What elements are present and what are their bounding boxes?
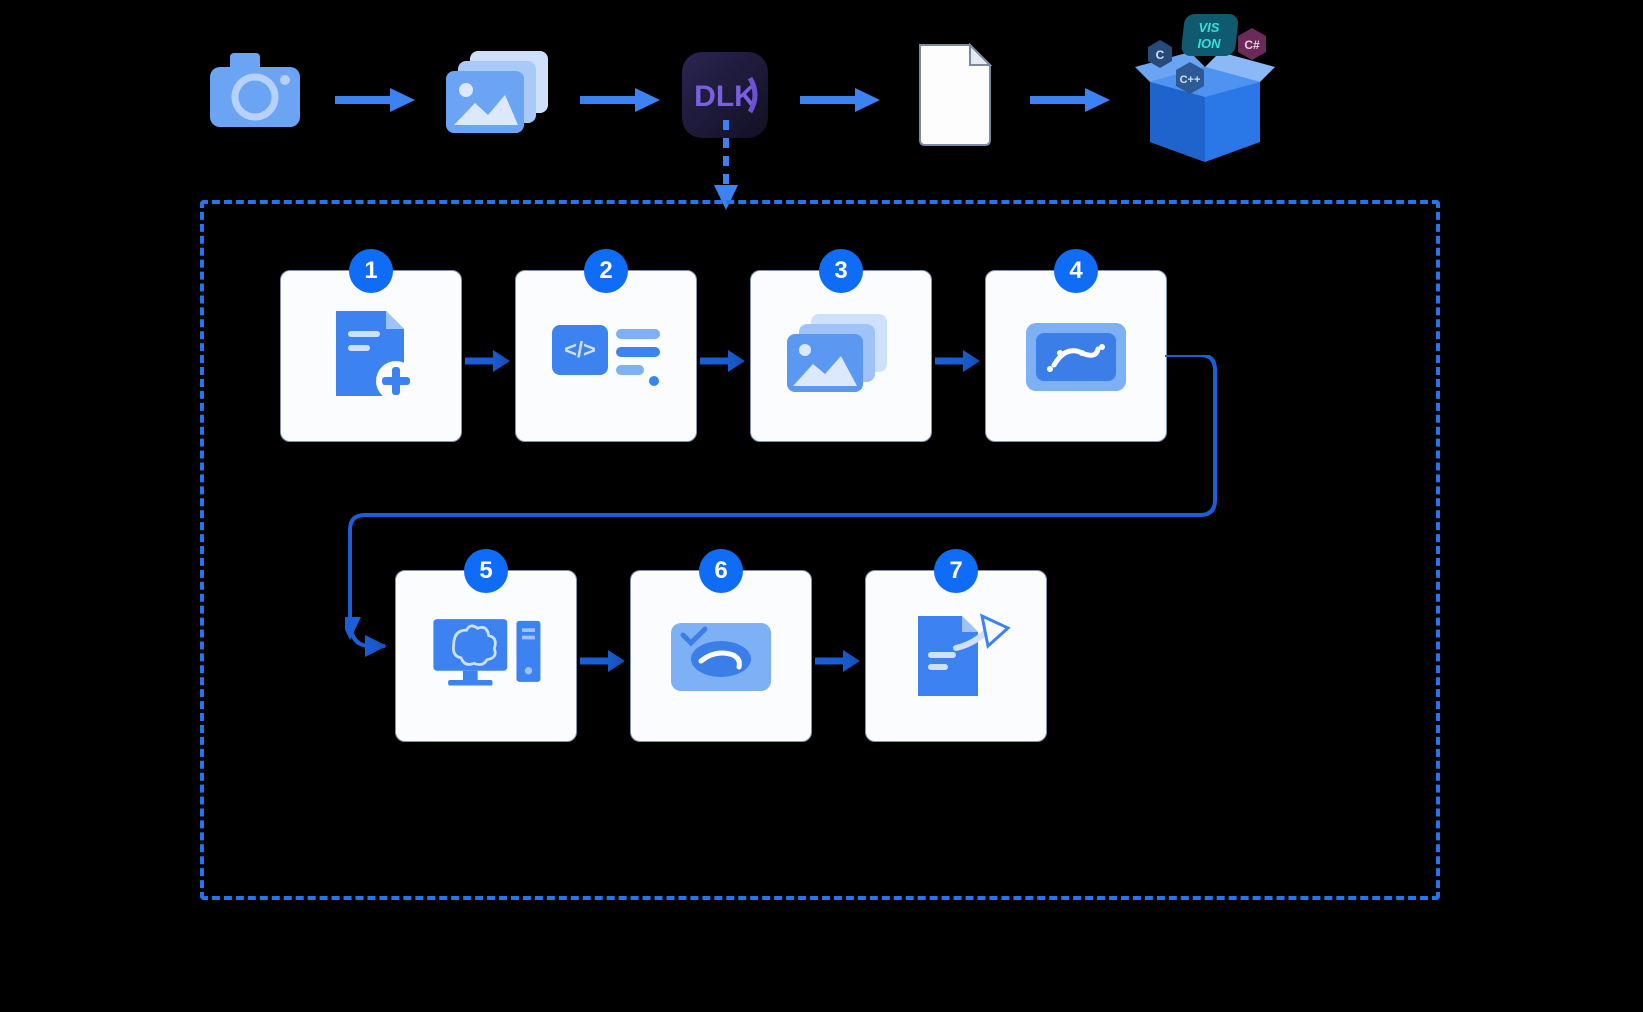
code-settings-icon: </>: [546, 306, 666, 406]
annotate-image-icon: [1016, 306, 1136, 406]
svg-text:ION: ION: [1197, 36, 1221, 51]
step-number: 6: [714, 557, 727, 585]
new-file-plus-icon: [311, 306, 431, 406]
step-card-6: 6: [630, 570, 812, 742]
step-number: 4: [1069, 257, 1082, 285]
arrow-icon: [935, 350, 980, 370]
step-card-7: 7: [865, 570, 1047, 742]
arrow-icon: [1030, 88, 1110, 108]
export-file-icon: [896, 606, 1016, 706]
tag-c: C: [1156, 48, 1165, 62]
arrow-icon: [465, 350, 510, 370]
svg-text:VIS: VIS: [1199, 20, 1220, 35]
step-badge: 4: [1054, 249, 1098, 293]
document-icon: [910, 40, 1000, 155]
step-card-2: 2 </>: [515, 270, 697, 442]
step-badge: 3: [819, 249, 863, 293]
diagram-root: DLK: [0, 0, 1643, 1012]
step-card-5: 5: [395, 570, 577, 742]
step-card-4: 4: [985, 270, 1167, 442]
step-number: 2: [599, 257, 612, 285]
step-number: 3: [834, 257, 847, 285]
svg-text:</>: </>: [564, 337, 596, 362]
validate-image-icon: [661, 606, 781, 706]
step-number: 7: [949, 557, 962, 585]
step-badge: 6: [699, 549, 743, 593]
tag-csharp: C#: [1244, 38, 1260, 52]
step-badge: 1: [349, 249, 393, 293]
arrow-icon: [800, 88, 880, 108]
arrow-icon: [700, 350, 745, 370]
step-badge: 7: [934, 549, 978, 593]
pipeline-row: DLK: [0, 20, 1643, 170]
vision-box-icon: C C++ C# VIS ION: [1130, 12, 1280, 177]
image-stack-icon: [781, 306, 901, 406]
train-computer-icon: [426, 606, 546, 706]
image-stack-icon: [440, 45, 560, 150]
arrow-icon: [580, 88, 660, 108]
step-card-3: 3: [750, 270, 932, 442]
step-card-1: 1: [280, 270, 462, 442]
step-badge: 5: [464, 549, 508, 593]
arrow-icon: [580, 650, 625, 670]
camera-icon: [205, 45, 305, 140]
arrow-icon: [335, 88, 415, 108]
tag-cpp: C++: [1180, 74, 1201, 86]
step-badge: 2: [584, 249, 628, 293]
step-number: 5: [479, 557, 492, 585]
arrow-icon: [815, 650, 860, 670]
dlk-label: DLK: [694, 80, 756, 113]
step-number: 1: [364, 257, 377, 285]
